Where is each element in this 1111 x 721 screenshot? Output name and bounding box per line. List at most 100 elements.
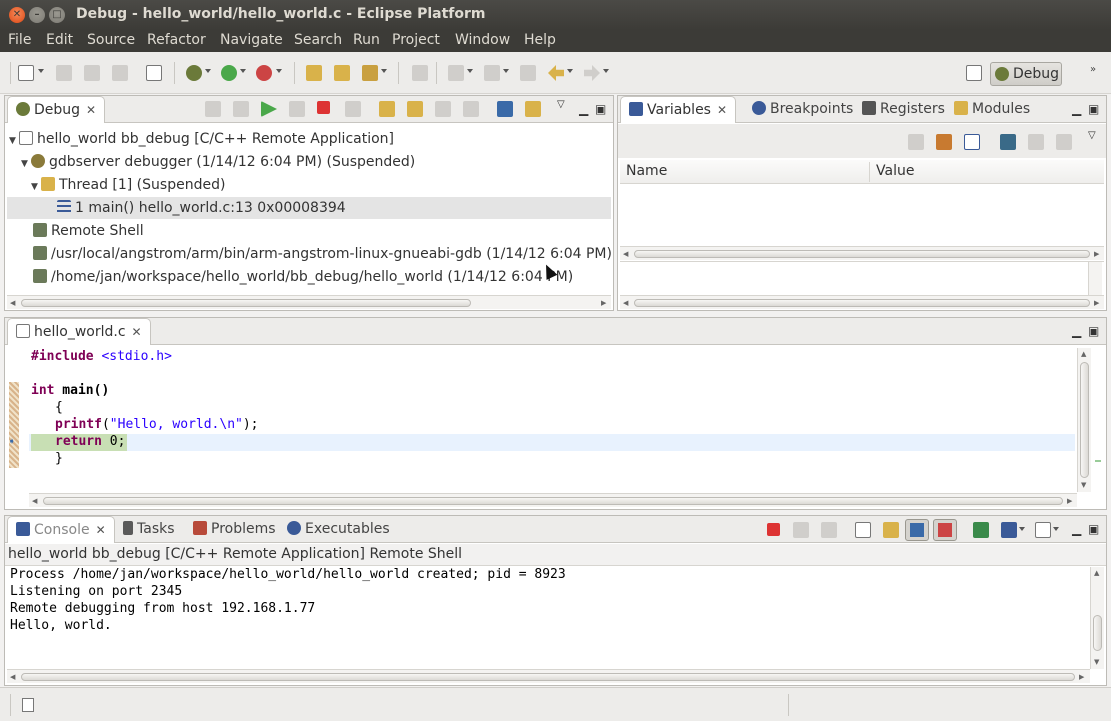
- tab-executables[interactable]: Executables: [281, 516, 396, 543]
- remove-icon[interactable]: [1028, 134, 1044, 150]
- scroll-right-icon[interactable]: ▶: [1094, 250, 1099, 258]
- scroll-thumb[interactable]: [21, 299, 471, 307]
- terminate-icon[interactable]: [767, 523, 780, 536]
- search-tool-icon[interactable]: [362, 65, 378, 81]
- code-line-main[interactable]: int main(): [31, 383, 109, 398]
- perspective-debug-button[interactable]: Debug: [990, 62, 1062, 86]
- scroll-left-icon[interactable]: ◀: [623, 299, 628, 307]
- menu-edit[interactable]: Edit: [46, 32, 73, 48]
- print-icon[interactable]: [112, 65, 128, 81]
- maximize-icon[interactable]: ▣: [1088, 102, 1099, 116]
- scroll-thumb[interactable]: [43, 497, 1063, 505]
- scroll-thumb[interactable]: [1093, 615, 1102, 651]
- menu-project[interactable]: Project: [392, 32, 440, 48]
- details-pane[interactable]: [620, 261, 1104, 296]
- scroll-left-icon[interactable]: ◀: [10, 673, 15, 681]
- menu-search[interactable]: Search: [294, 32, 342, 48]
- minimize-icon[interactable]: ▁: [1072, 522, 1081, 536]
- menu-window[interactable]: Window: [455, 32, 510, 48]
- view-menu-icon[interactable]: ▽: [1088, 130, 1096, 141]
- connect-icon[interactable]: [233, 101, 249, 117]
- window-close-button[interactable]: ✕: [9, 7, 25, 23]
- scroll-left-icon[interactable]: ◀: [623, 250, 628, 258]
- window-maximize-button[interactable]: □: [49, 7, 65, 23]
- scroll-right-icon[interactable]: ▶: [601, 299, 606, 307]
- window-minimize-button[interactable]: –: [29, 7, 45, 23]
- scroll-right-icon[interactable]: ▶: [1067, 497, 1072, 505]
- tree-row-gdb-process[interactable]: /usr/local/angstrom/arm/bin/arm-angstrom…: [33, 246, 612, 262]
- code-line-return[interactable]: return 0;: [55, 434, 125, 449]
- debug-launch-icon[interactable]: [186, 65, 202, 81]
- scroll-left-icon[interactable]: ◀: [32, 497, 37, 505]
- remove-launch-icon[interactable]: [793, 522, 809, 538]
- debug-horizontal-scrollbar[interactable]: ◀ ▶: [7, 295, 611, 309]
- scroll-thumb[interactable]: [21, 673, 1075, 681]
- back-arrow-icon[interactable]: [548, 65, 564, 81]
- drop-to-frame-icon[interactable]: [463, 101, 479, 117]
- show-logical-structure-icon[interactable]: [936, 134, 952, 150]
- code-line-printf[interactable]: printf("Hello, world.\n");: [55, 417, 259, 432]
- details-vertical-scrollbar[interactable]: [1088, 262, 1102, 296]
- show-on-stderr-button[interactable]: [933, 519, 957, 541]
- step-over-icon[interactable]: [407, 101, 423, 117]
- show-on-stdout-button[interactable]: [905, 519, 929, 541]
- editor-vertical-scrollbar[interactable]: ▲ ▼: [1077, 348, 1091, 492]
- tab-hello-world-c[interactable]: hello_world.c ✕: [7, 318, 151, 345]
- tab-modules[interactable]: Modules: [948, 96, 1036, 123]
- menu-help[interactable]: Help: [524, 32, 556, 48]
- console-vertical-scrollbar[interactable]: ▲ ▼: [1090, 567, 1104, 669]
- details-horizontal-scrollbar[interactable]: ◀ ▶: [620, 295, 1104, 309]
- open-perspective-icon[interactable]: [966, 65, 982, 81]
- remove-all-terminated-icon[interactable]: [821, 522, 837, 538]
- tree-row-thread[interactable]: ▼ Thread [1] (Suspended): [31, 177, 225, 193]
- scroll-left-icon[interactable]: ◀: [10, 299, 15, 307]
- add-global-variables-icon[interactable]: [1000, 134, 1016, 150]
- pen-icon[interactable]: [412, 65, 428, 81]
- tab-breakpoints[interactable]: Breakpoints: [746, 96, 859, 123]
- scroll-up-icon[interactable]: ▲: [1094, 569, 1099, 577]
- clear-console-icon[interactable]: [855, 522, 871, 538]
- scroll-right-icon[interactable]: ▶: [1094, 299, 1099, 307]
- scroll-thumb[interactable]: [634, 299, 1090, 307]
- code-line-close-brace[interactable]: }: [55, 451, 63, 466]
- tree-row-debugger[interactable]: ▼ gdbserver debugger (1/14/12 6:04 PM) (S…: [21, 154, 415, 170]
- scroll-lock-icon[interactable]: [883, 522, 899, 538]
- prev-annotation-icon[interactable]: [484, 65, 500, 81]
- next-annotation-icon[interactable]: [448, 65, 464, 81]
- column-header-name[interactable]: Name: [626, 163, 667, 179]
- new-icon[interactable]: [18, 65, 34, 81]
- step-into-icon[interactable]: [379, 101, 395, 117]
- toolbar-overflow-icon[interactable]: »: [1090, 64, 1096, 75]
- run-icon[interactable]: [221, 65, 237, 81]
- variables-horizontal-scrollbar[interactable]: ◀ ▶: [620, 246, 1104, 260]
- open-console-icon[interactable]: [1035, 522, 1051, 538]
- last-edit-icon[interactable]: [520, 65, 536, 81]
- tab-console[interactable]: Console ✕: [7, 516, 115, 543]
- maximize-icon[interactable]: ▣: [1088, 522, 1099, 536]
- tab-problems[interactable]: Problems: [187, 516, 282, 543]
- binary-icon[interactable]: [146, 65, 162, 81]
- code-line-open-brace[interactable]: {: [55, 400, 63, 415]
- tab-variables[interactable]: Variables ✕: [620, 96, 737, 123]
- save-icon[interactable]: [56, 65, 72, 81]
- open-type-icon[interactable]: [306, 65, 322, 81]
- close-icon[interactable]: ✕: [86, 97, 96, 123]
- close-icon[interactable]: ✕: [96, 517, 106, 543]
- tree-row-remote-shell[interactable]: Remote Shell: [33, 223, 144, 239]
- tab-tasks[interactable]: Tasks: [117, 516, 181, 543]
- editor-horizontal-scrollbar[interactable]: ◀ ▶: [29, 493, 1077, 507]
- scroll-thumb[interactable]: [1080, 362, 1089, 478]
- resume-icon[interactable]: [261, 101, 277, 117]
- show-type-names-icon[interactable]: [908, 134, 924, 150]
- fast-view-icon[interactable]: [22, 698, 34, 712]
- console-horizontal-scrollbar[interactable]: ◀ ▶: [7, 669, 1090, 683]
- scroll-down-icon[interactable]: ▼: [1094, 658, 1099, 666]
- scroll-right-icon[interactable]: ▶: [1079, 673, 1084, 681]
- pin-console-icon[interactable]: [973, 522, 989, 538]
- disconnect-icon[interactable]: [345, 101, 361, 117]
- expanded-triangle-icon[interactable]: ▼: [9, 136, 19, 146]
- tree-row-app-process[interactable]: /home/jan/workspace/hello_world/bb_debug…: [33, 269, 573, 285]
- menu-run[interactable]: Run: [353, 32, 380, 48]
- minimize-icon[interactable]: ▁: [1072, 102, 1081, 116]
- maximize-icon[interactable]: ▣: [1088, 324, 1099, 338]
